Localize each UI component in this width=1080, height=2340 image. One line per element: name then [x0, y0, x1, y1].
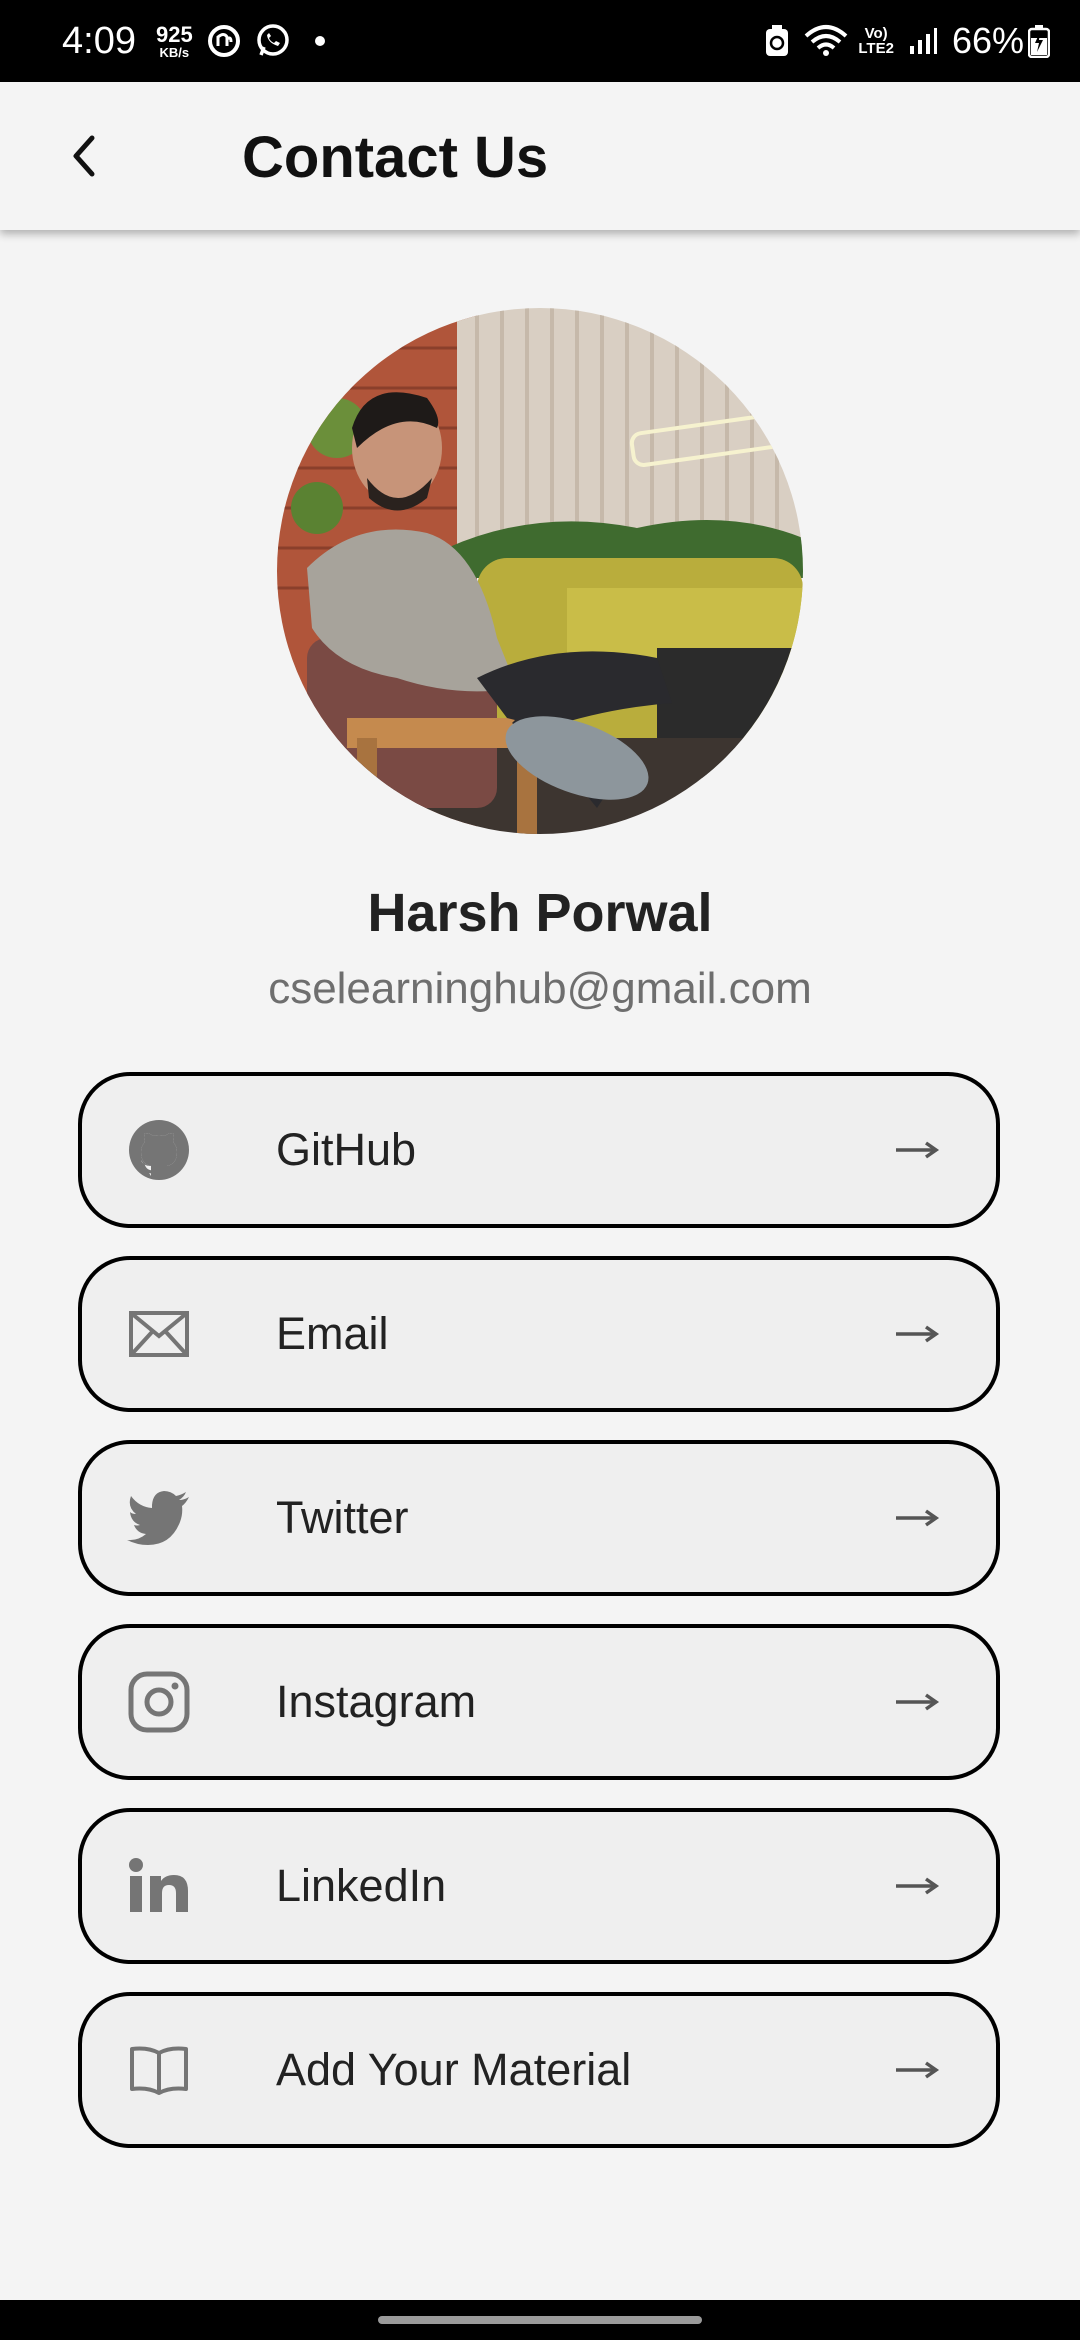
- profile-email: cselearninghub@gmail.com: [268, 964, 812, 1013]
- signal-icon: [908, 26, 938, 56]
- twitter-bird-icon: [126, 1485, 192, 1551]
- more-notifications-dot: [314, 36, 325, 46]
- github-label: GitHub: [276, 1124, 417, 1175]
- open-book-icon: [126, 2037, 192, 2103]
- linkedin-icon: [126, 1853, 192, 1919]
- status-time: 4:09: [62, 19, 136, 62]
- app-notification-icon: [207, 24, 241, 58]
- twitter-button[interactable]: Twitter: [78, 1440, 1000, 1596]
- app-bar: Contact Us: [0, 82, 1080, 230]
- page-title: Contact Us: [242, 125, 549, 190]
- whatsapp-icon: [255, 23, 291, 59]
- instagram-icon: [126, 1669, 192, 1735]
- envelope-icon: [126, 1301, 192, 1367]
- twitter-label: Twitter: [276, 1492, 409, 1543]
- home-gesture-handle[interactable]: [378, 2316, 702, 2324]
- battery-percentage: 66%: [951, 20, 1024, 61]
- chevron-left-icon: [73, 135, 95, 177]
- add-material-button[interactable]: Add Your Material: [78, 1992, 1000, 2148]
- linkedin-label: LinkedIn: [276, 1860, 447, 1911]
- battery-saver-icon: [764, 24, 790, 58]
- status-bar: 4:09 925 KB/s Vo) LTE2 66%: [0, 0, 1080, 82]
- status-right: Vo) LTE2 66%: [750, 20, 1050, 62]
- email-label: Email: [276, 1308, 389, 1359]
- arrow-right-icon: [894, 1319, 944, 1349]
- instagram-button[interactable]: Instagram: [78, 1624, 1000, 1780]
- arrow-right-icon: [894, 1135, 944, 1165]
- arrow-right-icon: [894, 1687, 944, 1717]
- github-button[interactable]: GitHub: [78, 1072, 1000, 1228]
- profile-name: Harsh Porwal: [367, 883, 713, 943]
- battery-charging-icon: [1028, 24, 1050, 58]
- network-speed: 925 KB/s: [155, 21, 193, 60]
- arrow-right-icon: [894, 2055, 944, 2085]
- network-speed-unit: KB/s: [159, 44, 190, 60]
- add-material-label: Add Your Material: [276, 2044, 632, 2095]
- contact-list: GitHub Email Twitter Instagram LinkedIn …: [78, 1072, 1000, 2176]
- arrow-right-icon: [894, 1871, 944, 1901]
- wifi-icon: [804, 24, 848, 58]
- volte-label: Vo): [864, 25, 888, 42]
- github-icon: [126, 1117, 192, 1183]
- arrow-right-icon: [894, 1503, 944, 1533]
- volte-indicator: Vo) LTE2: [858, 26, 894, 56]
- lte-label: LTE2: [858, 40, 894, 57]
- navigation-bar: [0, 2300, 1080, 2340]
- email-button[interactable]: Email: [78, 1256, 1000, 1412]
- network-speed-value: 925: [155, 21, 193, 47]
- instagram-label: Instagram: [276, 1676, 477, 1727]
- back-button[interactable]: [48, 120, 120, 192]
- profile-photo: [277, 308, 803, 834]
- status-left: 4:09 925 KB/s: [62, 20, 325, 63]
- linkedin-button[interactable]: LinkedIn: [78, 1808, 1000, 1964]
